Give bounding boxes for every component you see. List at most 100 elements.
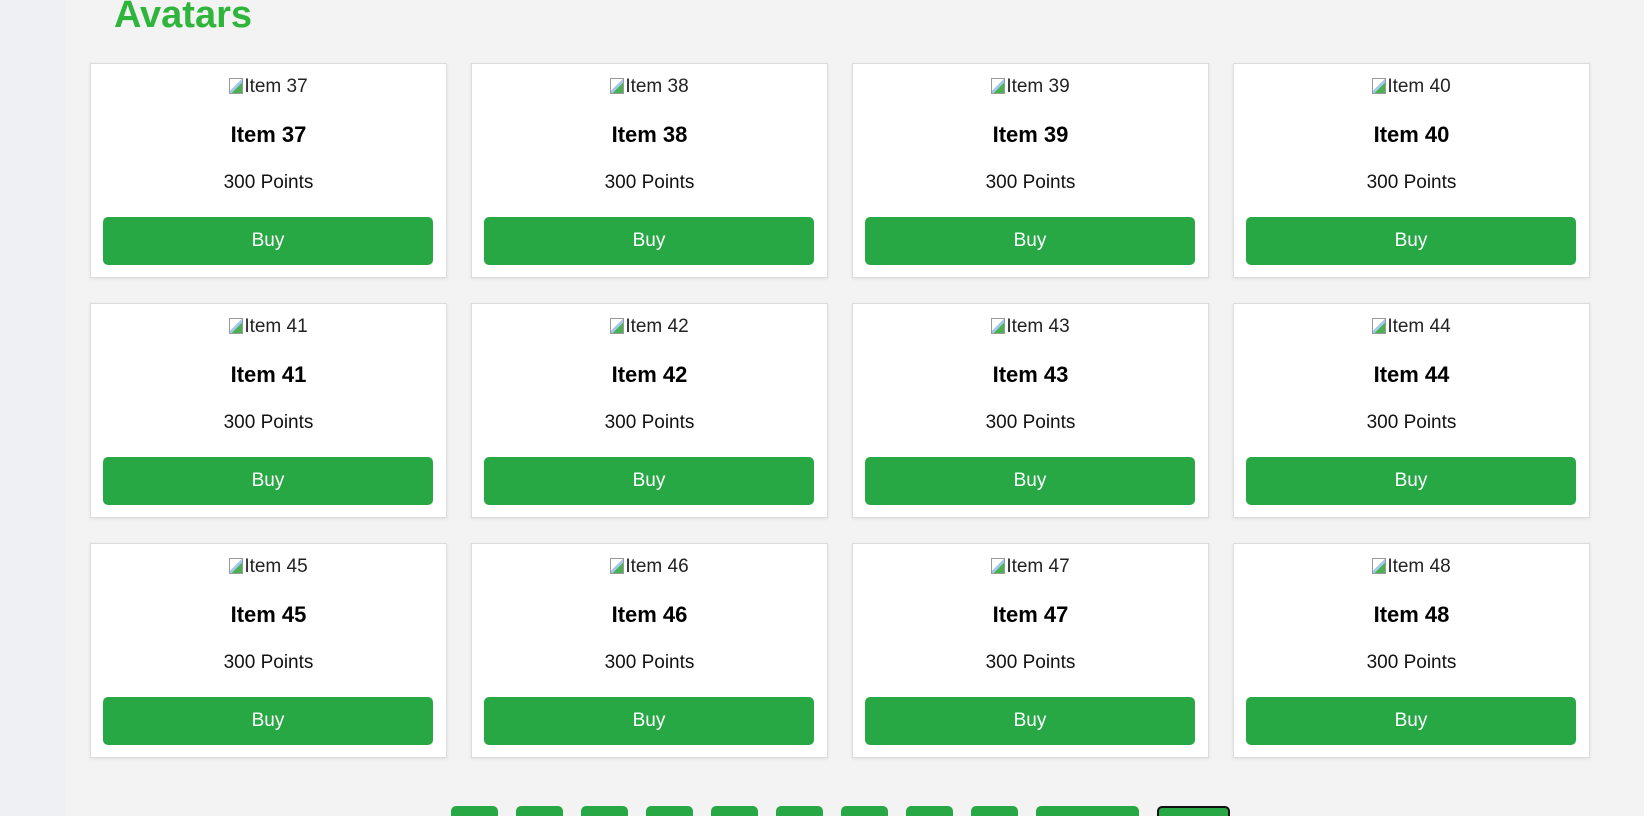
item-price: 300 Points xyxy=(223,652,314,673)
broken-image-icon xyxy=(610,318,625,334)
item-name: Item 46 xyxy=(611,602,688,627)
item-image: Item 41 xyxy=(91,316,446,338)
buy-button[interactable]: Buy xyxy=(103,457,433,505)
item-price: 300 Points xyxy=(985,172,1076,193)
section-title: Avatars xyxy=(114,0,253,36)
buy-button[interactable]: Buy xyxy=(1246,697,1576,745)
left-sidebar-strip xyxy=(0,0,65,816)
item-image: Item 39 xyxy=(853,76,1208,98)
item-price: 300 Points xyxy=(604,652,695,673)
page-nav-button[interactable] xyxy=(1036,806,1139,816)
item-price: 300 Points xyxy=(985,652,1076,673)
broken-image-icon xyxy=(991,318,1006,334)
broken-image-icon xyxy=(610,78,625,94)
item-image: Item 44 xyxy=(1234,316,1589,338)
broken-image-icon xyxy=(610,558,625,574)
page-button[interactable] xyxy=(776,806,823,816)
item-name: Item 41 xyxy=(230,362,307,387)
page-button[interactable] xyxy=(451,806,498,816)
buy-button[interactable]: Buy xyxy=(865,217,1195,265)
item-name: Item 40 xyxy=(1373,122,1450,147)
broken-image-icon xyxy=(229,318,244,334)
item-price: 300 Points xyxy=(1366,172,1457,193)
item-card: Item 38 Item 38 300 Points Buy xyxy=(471,63,828,278)
item-image-alt: Item 43 xyxy=(1006,316,1070,337)
item-name: Item 48 xyxy=(1373,602,1450,627)
item-price: 300 Points xyxy=(1366,652,1457,673)
page-button[interactable] xyxy=(516,806,563,816)
page-button[interactable] xyxy=(646,806,693,816)
item-grid: Item 37 Item 37 300 Points Buy Item 38 I… xyxy=(90,63,1590,758)
item-name: Item 47 xyxy=(992,602,1069,627)
buy-button[interactable]: Buy xyxy=(103,697,433,745)
item-image: Item 46 xyxy=(472,556,827,578)
broken-image-icon xyxy=(229,78,244,94)
item-image-alt: Item 38 xyxy=(625,76,689,97)
item-card: Item 39 Item 39 300 Points Buy xyxy=(852,63,1209,278)
item-card: Item 43 Item 43 300 Points Buy xyxy=(852,303,1209,518)
item-image-alt: Item 48 xyxy=(1387,556,1451,577)
item-image: Item 40 xyxy=(1234,76,1589,98)
item-image: Item 42 xyxy=(472,316,827,338)
item-price: 300 Points xyxy=(604,172,695,193)
item-price: 300 Points xyxy=(985,412,1076,433)
item-image-alt: Item 37 xyxy=(244,76,308,97)
item-image-alt: Item 46 xyxy=(625,556,689,577)
item-image: Item 38 xyxy=(472,76,827,98)
item-image-alt: Item 41 xyxy=(244,316,308,337)
item-name: Item 45 xyxy=(230,602,307,627)
buy-button[interactable]: Buy xyxy=(484,217,814,265)
item-price: 300 Points xyxy=(604,412,695,433)
item-name: Item 39 xyxy=(992,122,1069,147)
item-image-alt: Item 45 xyxy=(244,556,308,577)
item-image: Item 43 xyxy=(853,316,1208,338)
item-card: Item 37 Item 37 300 Points Buy xyxy=(90,63,447,278)
item-image-alt: Item 44 xyxy=(1387,316,1451,337)
buy-button[interactable]: Buy xyxy=(1246,457,1576,505)
broken-image-icon xyxy=(991,78,1006,94)
page-button[interactable] xyxy=(841,806,888,816)
broken-image-icon xyxy=(229,558,244,574)
item-image-alt: Item 39 xyxy=(1006,76,1070,97)
item-image-alt: Item 42 xyxy=(625,316,689,337)
item-card: Item 44 Item 44 300 Points Buy xyxy=(1233,303,1590,518)
item-name: Item 43 xyxy=(992,362,1069,387)
item-image-alt: Item 40 xyxy=(1387,76,1451,97)
buy-button[interactable]: Buy xyxy=(103,217,433,265)
item-card: Item 42 Item 42 300 Points Buy xyxy=(471,303,828,518)
buy-button[interactable]: Buy xyxy=(484,697,814,745)
buy-button[interactable]: Buy xyxy=(1246,217,1576,265)
broken-image-icon xyxy=(1372,318,1387,334)
item-name: Item 37 xyxy=(230,122,307,147)
item-card: Item 46 Item 46 300 Points Buy xyxy=(471,543,828,758)
page-button[interactable] xyxy=(906,806,953,816)
buy-button[interactable]: Buy xyxy=(865,697,1195,745)
item-price: 300 Points xyxy=(223,412,314,433)
item-card: Item 48 Item 48 300 Points Buy xyxy=(1233,543,1590,758)
item-card: Item 47 Item 47 300 Points Buy xyxy=(852,543,1209,758)
item-card: Item 40 Item 40 300 Points Buy xyxy=(1233,63,1590,278)
item-image: Item 45 xyxy=(91,556,446,578)
page-button[interactable] xyxy=(711,806,758,816)
item-name: Item 38 xyxy=(611,122,688,147)
page-button-active[interactable] xyxy=(1157,806,1230,816)
item-price: 300 Points xyxy=(223,172,314,193)
item-image: Item 37 xyxy=(91,76,446,98)
broken-image-icon xyxy=(1372,558,1387,574)
item-card: Item 41 Item 41 300 Points Buy xyxy=(90,303,447,518)
page-button[interactable] xyxy=(581,806,628,816)
item-price: 300 Points xyxy=(1366,412,1457,433)
item-name: Item 44 xyxy=(1373,362,1450,387)
item-image-alt: Item 47 xyxy=(1006,556,1070,577)
pagination xyxy=(451,806,1230,816)
page: Avatars Item 37 Item 37 300 Points Buy I… xyxy=(0,0,1644,816)
page-button[interactable] xyxy=(971,806,1018,816)
item-image: Item 48 xyxy=(1234,556,1589,578)
broken-image-icon xyxy=(991,558,1006,574)
item-image: Item 47 xyxy=(853,556,1208,578)
buy-button[interactable]: Buy xyxy=(865,457,1195,505)
item-card: Item 45 Item 45 300 Points Buy xyxy=(90,543,447,758)
buy-button[interactable]: Buy xyxy=(484,457,814,505)
broken-image-icon xyxy=(1372,78,1387,94)
item-name: Item 42 xyxy=(611,362,688,387)
